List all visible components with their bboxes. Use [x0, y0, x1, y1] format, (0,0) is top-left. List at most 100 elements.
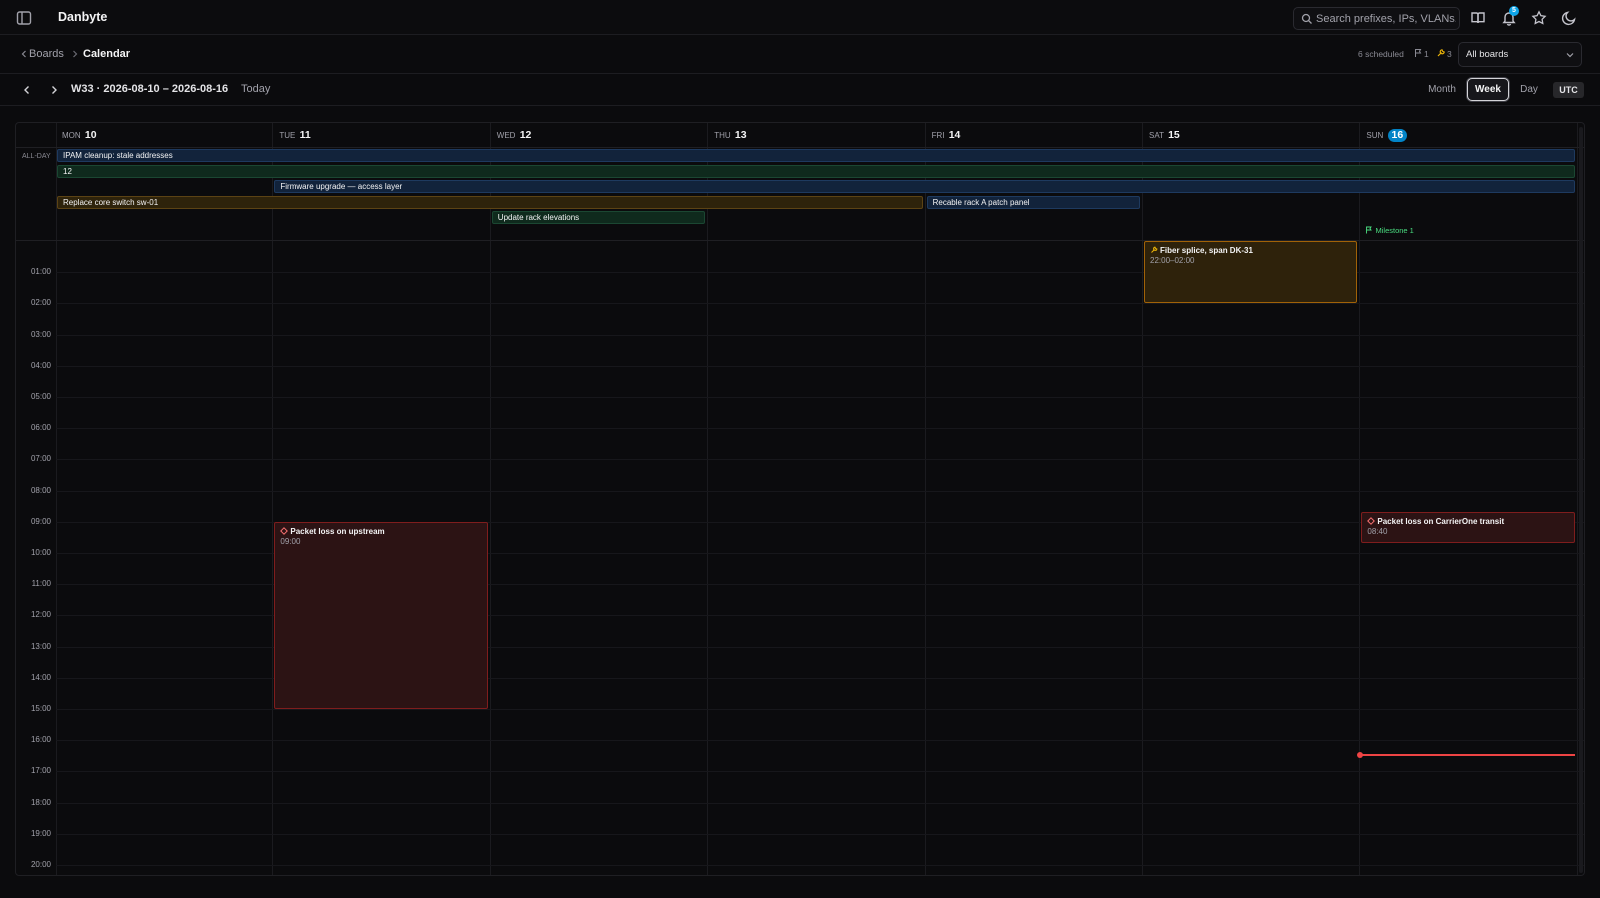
day-of-week: SAT — [1149, 131, 1164, 140]
day-number: 14 — [948, 129, 961, 141]
hour-gridline — [56, 709, 1584, 710]
hour-label: 14:00 — [30, 672, 51, 682]
chevron-down-icon — [1565, 50, 1575, 60]
event-time: 22:00–02:00 — [1150, 256, 1195, 265]
hour-gridline — [56, 802, 1584, 804]
hour-gridline — [56, 490, 1584, 492]
event-title-text: Fiber splice, span DK-31 — [1160, 246, 1253, 255]
hour-label: 11:00 — [31, 579, 51, 589]
maintenance-event[interactable]: Fiber splice, span DK-31 22:00–02:00 — [1144, 241, 1358, 304]
moon-icon[interactable] — [1560, 9, 1578, 27]
allday-event[interactable]: Update rack elevations — [491, 211, 706, 225]
hour-gridline — [56, 740, 1584, 742]
flag-icon — [1366, 226, 1373, 234]
week-calendar: MON 10 TUE 11 WED 12 THU 13 FRI 14 SAT 15 SUN … — [15, 122, 1585, 876]
day-header-wed[interactable]: WED 12 — [497, 129, 532, 143]
allday-event[interactable]: Replace core switch sw-01 — [57, 195, 923, 209]
day-number: 16 — [1387, 129, 1408, 142]
day-column-divider — [272, 123, 274, 875]
hour-label: 04:00 — [30, 360, 51, 370]
timezone-badge[interactable]: UTC — [1553, 82, 1584, 98]
hour-label: 06:00 — [30, 423, 51, 433]
allday-label: ALL-DAY — [22, 153, 51, 160]
day-header-sat[interactable]: SAT 15 — [1149, 129, 1180, 143]
hour-label: 01:00 — [30, 267, 51, 277]
day-column-divider — [707, 123, 709, 875]
prev-week-button[interactable] — [20, 83, 34, 97]
view-day-button[interactable]: Day — [1509, 78, 1549, 101]
hour-label: 08:00 — [30, 485, 51, 495]
event-title-text: Packet loss on upstream — [290, 526, 385, 536]
hour-gridline — [56, 334, 1584, 336]
allday-event[interactable]: 12 — [57, 164, 1575, 178]
wrench-icon — [1150, 246, 1158, 254]
day-column-divider — [489, 123, 491, 875]
incident-event[interactable]: Packet loss on upstream 09:00 — [274, 521, 488, 709]
day-column-divider — [924, 123, 926, 875]
calendar-scrollbar[interactable] — [1579, 127, 1583, 873]
day-header-fri[interactable]: FRI 14 — [932, 129, 961, 143]
book-icon[interactable] — [1469, 9, 1487, 27]
breadcrumb-current: Calendar — [83, 48, 131, 60]
flag-icon — [1413, 48, 1423, 58]
search-input[interactable] — [1316, 11, 1456, 27]
sidebar-toggle-icon[interactable] — [15, 9, 33, 27]
hour-gridline — [56, 397, 1584, 398]
hour-label: 17:00 — [30, 766, 51, 776]
hour-label: 13:00 — [30, 641, 51, 651]
star-icon[interactable] — [1530, 9, 1548, 27]
hour-label: 05:00 — [30, 392, 51, 401]
hour-label: 03:00 — [30, 329, 51, 339]
incident-icon — [1367, 516, 1376, 525]
board-filter-select[interactable]: All boards — [1458, 42, 1582, 67]
day-of-week: TUE — [279, 131, 296, 140]
breadcrumb-bar: Boards Calendar 6 scheduled 1 3 All boar… — [0, 36, 1600, 74]
day-number: 13 — [734, 129, 747, 141]
event-title: Packet loss on upstream — [280, 527, 481, 536]
app-title: Danbyte — [58, 10, 108, 24]
day-header-sun[interactable]: SUN 16 — [1366, 129, 1408, 143]
day-of-week: THU — [714, 131, 731, 140]
incident-icon — [280, 526, 289, 535]
view-week-button[interactable]: Week — [1467, 78, 1509, 101]
incident-event[interactable]: Packet loss on CarrierOne transit 08:40 — [1361, 511, 1575, 543]
day-number: 10 — [84, 129, 97, 141]
hour-label: 09:00 — [30, 516, 51, 526]
hour-gridline — [56, 303, 1584, 305]
hour-gridline — [56, 833, 1584, 835]
event-title-text: Packet loss on CarrierOne transit — [1377, 516, 1505, 526]
breadcrumb-boards-link[interactable]: Boards — [29, 48, 64, 60]
event-title: Packet loss on CarrierOne transit — [1367, 517, 1568, 526]
chevron-right-icon — [70, 49, 80, 59]
day-header-thu[interactable]: THU 13 — [714, 129, 746, 143]
allday-event[interactable]: Recable rack A patch panel — [926, 195, 1140, 209]
maintenance-count: 3 — [1447, 49, 1452, 59]
today-button[interactable]: Today — [241, 83, 270, 95]
next-week-button[interactable] — [47, 83, 61, 97]
allday-event[interactable]: IPAM cleanup: stale addresses — [57, 149, 1575, 162]
allday-event[interactable]: Firmware upgrade — access layer — [274, 180, 1575, 194]
event-time: 08:40 — [1367, 526, 1388, 536]
day-number: 11 — [299, 129, 311, 141]
hour-gridline — [56, 459, 1584, 461]
hour-label: 16:00 — [30, 735, 51, 745]
chevron-left-icon[interactable] — [19, 49, 29, 59]
day-number: 12 — [519, 129, 532, 141]
current-time-dot — [1357, 752, 1364, 759]
day-number: 15 — [1168, 129, 1180, 141]
hour-label: 07:00 — [30, 454, 51, 464]
section-divider — [16, 147, 1584, 148]
hour-label: 02:00 — [30, 298, 51, 308]
event-time: 09:00 — [280, 536, 301, 546]
view-month-button[interactable]: Month — [1421, 78, 1463, 101]
milestone-marker[interactable]: Milestone 1 — [1365, 226, 1414, 235]
day-header-mon[interactable]: MON 10 — [62, 129, 97, 143]
day-header-tue[interactable]: TUE 11 — [279, 129, 310, 143]
hour-gridline — [56, 865, 1584, 866]
search-box[interactable] — [1293, 7, 1460, 30]
week-range-label: W33 · 2026-08-10 – 2026-08-16 — [71, 83, 229, 95]
day-of-week: WED — [496, 131, 516, 140]
hour-gridline — [56, 365, 1584, 367]
top-bar: Danbyte 5 — [0, 0, 1600, 35]
hour-gridline — [56, 428, 1584, 430]
